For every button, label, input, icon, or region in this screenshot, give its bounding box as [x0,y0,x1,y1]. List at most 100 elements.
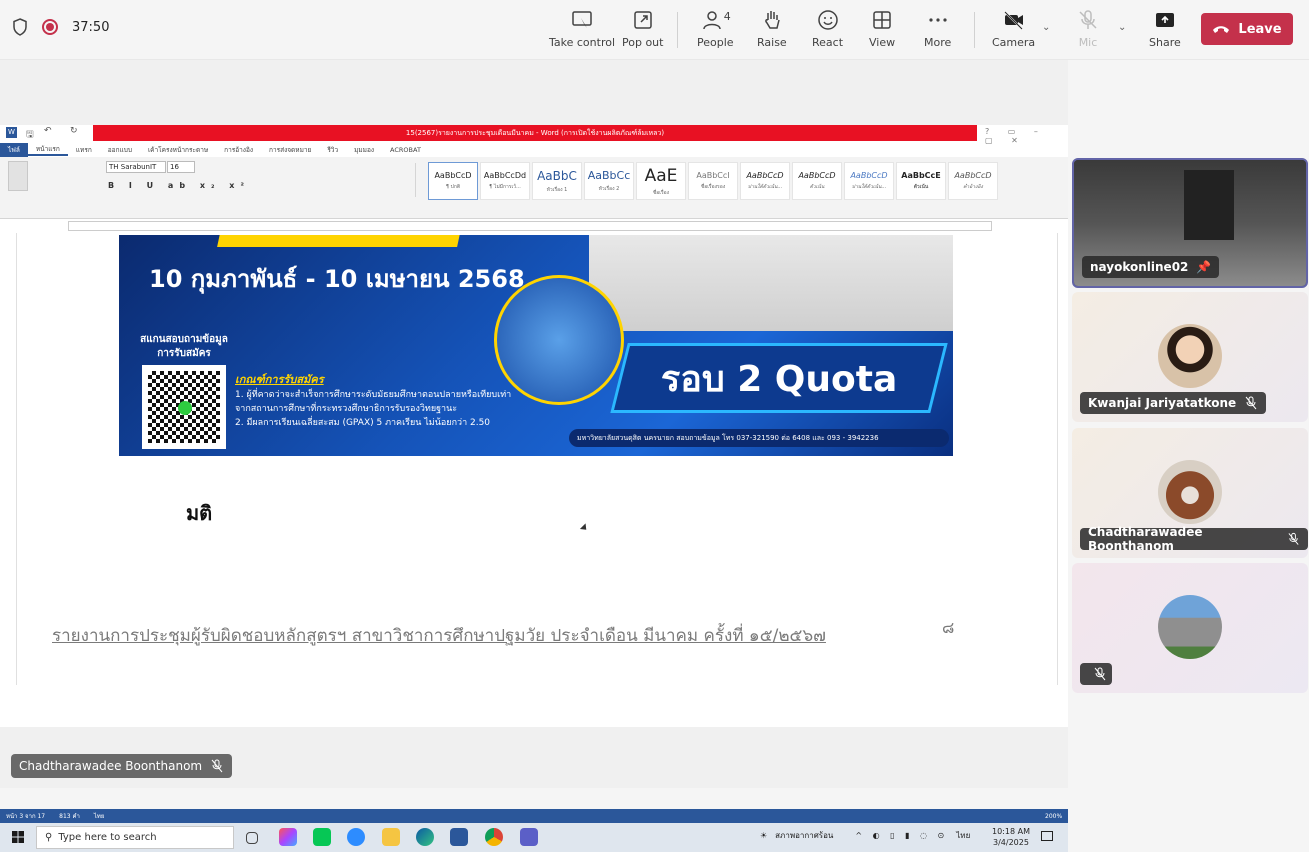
style-item[interactable]: AaE ชื่อเรื่อง [636,162,686,200]
criteria-item: 2. มีผลการเรียนเฉลี่ยสะสม (GPAX) 5 ภาคเร… [235,418,491,428]
style-item[interactable]: AaBbCcDd ¶ ไม่มีการเว้... [480,162,530,200]
teams-taskbar-icon[interactable] [520,828,538,846]
style-item[interactable]: AaBbCcE ตัวเน้น [896,162,946,200]
tab-layout[interactable]: เค้าโครงหน้ากระดาษ [140,145,216,155]
mic-options-chevron-icon[interactable]: ⌄ [1118,22,1126,33]
mic-off-icon [1079,10,1097,29]
file-explorer-icon[interactable] [382,828,400,846]
font-size-select[interactable]: 16 [167,161,195,173]
tab-review[interactable]: รีวิว [319,145,346,155]
style-item[interactable]: AaBbCcD ¶ ปกติ [428,162,478,200]
pop-out-button[interactable]: Pop out [622,8,663,49]
take-control-button[interactable]: Take control [549,8,615,49]
status-language[interactable]: ไทย [94,811,105,821]
tab-mailings[interactable]: การส่งจดหมาย [261,145,319,155]
avatar [1158,460,1222,524]
style-item[interactable]: AaBbCc หัวเรื่อง 2 [584,162,634,200]
camera-options-chevron-icon[interactable]: ⌄ [1042,22,1050,33]
toolbar-divider [677,12,678,48]
chrome-icon[interactable] [485,828,503,846]
input-language[interactable]: ไทย [956,829,970,842]
windows-taskbar: ⚲ Type here to search ☀ สภาพอากาศร้อน ^ … [0,823,1068,852]
line-app-icon[interactable] [313,828,331,846]
style-label: ¶ ไม่มีการเว้... [489,184,521,190]
font-name-select[interactable]: TH SarabunIT [106,161,166,173]
horizontal-ruler[interactable] [68,221,992,231]
clock-time: 10:18 AM [992,827,1030,836]
status-page[interactable]: หน้า 3 จาก 17 [6,811,45,821]
style-preview: AaBbC [537,168,577,183]
leave-label: Leave [1238,21,1282,37]
camera-off-icon [1003,11,1023,30]
participant-tile[interactable] [1072,563,1308,693]
react-button[interactable]: React [812,8,843,49]
participant-tile[interactable]: Kwanjai Jariyatatkone [1072,292,1308,422]
mic-button[interactable]: Mic [1076,8,1100,49]
style-item[interactable]: AaBbCcD ปานใต้ตัวเน้น... [844,162,894,200]
paragraph-buttons[interactable] [276,163,416,197]
tab-insert[interactable]: แทรก [68,145,100,155]
taskbar-search[interactable]: ⚲ Type here to search [36,826,234,849]
windows-start-icon[interactable] [12,831,24,843]
style-preview: AaE [644,165,678,186]
raise-label: Raise [757,36,787,49]
word-document-title: 15(2567)รายงานการประชุมเดือนมีนาคม - Wor… [93,125,977,141]
taskbar-search-placeholder: Type here to search [58,832,157,843]
task-view-icon[interactable] [246,832,258,844]
format-buttons[interactable]: B I U ab x₂ x² [108,181,250,190]
participant-name: nayokonline02 [1090,260,1189,274]
edge-icon[interactable] [416,828,434,846]
zoom-app-icon[interactable] [347,828,365,846]
take-control-icon [572,11,592,28]
banner-students-photo [589,235,953,331]
shield-icon [13,18,27,36]
participant-tile[interactable]: nayokonline02 📌 [1072,158,1308,288]
share-button[interactable]: Share [1149,8,1181,49]
style-item[interactable]: AaBbCcD ปานใต้ตัวเน้น... [740,162,790,200]
redo-icon[interactable]: ↻ [70,126,78,136]
undo-icon[interactable]: ↶ [44,126,52,136]
tab-design[interactable]: ออกแบบ [100,145,140,155]
paste-button[interactable] [8,161,28,191]
style-preview: AaBbCcD [954,171,992,180]
tab-references[interactable]: การอ้างอิง [216,145,261,155]
view-button[interactable]: View [869,8,895,49]
tab-view[interactable]: มุมมอง [346,145,382,155]
tab-file[interactable]: ไฟล์ [0,142,28,157]
taskbar-clock[interactable]: 10:18 AM 3/4/2025 [992,826,1030,848]
more-button[interactable]: More [924,8,951,49]
status-words[interactable]: 813 คำ [59,811,80,821]
notification-icon[interactable] [1041,831,1053,841]
style-item[interactable]: AaBbCcD คำอ้างอิง [948,162,998,200]
weather-icon[interactable]: ☀ [760,831,767,840]
tab-acrobat[interactable]: ACROBAT [382,146,429,154]
raise-hand-button[interactable]: Raise [757,8,787,49]
banner-contact: มหาวิทยาลัยสวนดุสิต นครนายก สอบถามข้อมูล… [569,429,949,447]
participant-name-tag: Chadtharawadee Boonthanom [1080,525,1308,553]
tray-icons[interactable]: ^ ◐ ▯ ▮ ◌ ⊙ [855,831,948,840]
quota-text: รอบ 2 Quota [660,358,898,400]
save-icon[interactable]: 🖫 [26,127,34,143]
people-button[interactable]: 4 People [697,8,734,49]
style-item[interactable]: AaBbCcD ตัวเน้น [792,162,842,200]
participant-tile[interactable]: Chadtharawadee Boonthanom [1072,428,1308,558]
participant-name: Chadtharawadee Boonthanom [1088,525,1203,553]
style-label: หัวเรื่อง 1 [546,186,568,193]
weather-text[interactable]: สภาพอากาศร้อน [775,829,833,842]
pin-icon: 📌 [1196,260,1212,274]
style-item[interactable]: AaBbC หัวเรื่อง 1 [532,162,582,200]
smiley-icon [817,10,838,30]
zoom-level[interactable]: 200% [1045,813,1062,820]
leave-button[interactable]: Leave [1201,13,1293,45]
word-taskbar-icon[interactable] [450,828,468,846]
admission-banner-image: 10 กุมภาพันธ์ - 10 เมษายน 2568 สแกนสอบถา… [119,235,953,456]
copilot-icon[interactable] [279,828,297,846]
style-label: ปานใต้ตัวเน้น... [851,184,887,190]
style-label: หัวเรื่อง 2 [598,186,620,192]
style-preview: AaBbCcD [746,171,784,180]
tab-home[interactable]: หน้าแรก [27,144,68,156]
style-label: คำอ้างอิง [963,184,983,190]
style-item[interactable]: AaBbCcI ชื่อเรื่องรอง [688,162,738,200]
avatar [1158,595,1222,659]
camera-button[interactable]: Camera [992,8,1035,49]
